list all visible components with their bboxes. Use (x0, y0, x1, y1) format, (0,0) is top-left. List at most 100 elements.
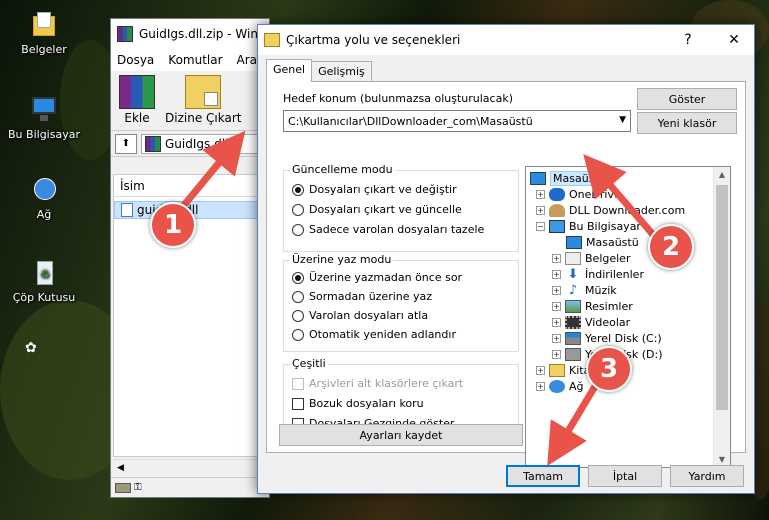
folder-tree[interactable]: Masaüstü + OneDrive + DLL Downloader.com −… (525, 166, 731, 468)
dll-file-icon (121, 203, 133, 217)
archive-icon (145, 135, 161, 152)
pictures-icon (565, 299, 581, 313)
radio-skip-existing[interactable]: Varolan dosyaları atla (292, 309, 428, 322)
ok-button[interactable]: Tamam (506, 465, 580, 487)
step-callout-3: 3 (586, 346, 632, 392)
destination-path-combo[interactable]: C:\Kullanıcılar\DllDownloader_com\Masaüs… (283, 110, 631, 132)
tree-item-desktop[interactable]: Masaüstü (530, 170, 609, 186)
desktop-icon-documents[interactable]: Belgeler (3, 10, 85, 56)
tree-item-pc-desktop[interactable]: Masaüstü (566, 234, 639, 250)
computer-icon (549, 219, 565, 233)
drive-icon (565, 347, 581, 361)
status-bar: ⚿ (111, 477, 269, 497)
expand-icon[interactable]: + (536, 365, 545, 375)
up-folder-button[interactable]: ⬆ (115, 133, 137, 154)
radio-refresh-existing[interactable]: Sadece varolan dosyaları tazele (292, 223, 484, 236)
group-title: Çeşitli (290, 357, 328, 370)
radio-extract-update[interactable]: Dosyaları çıkart ve güncelle (292, 203, 462, 216)
horizontal-scrollbar[interactable]: ◀ (113, 459, 269, 475)
overwrite-mode-group: Üzerine yaz modu Üzerine yazmadan önce s… (283, 253, 519, 352)
expand-icon[interactable]: + (552, 285, 561, 295)
tab-advanced[interactable]: Gelişmiş (311, 61, 372, 81)
expand-icon[interactable]: + (536, 381, 545, 391)
tab-general[interactable]: Genel (266, 59, 313, 82)
add-button[interactable]: Ekle (119, 75, 155, 126)
extract-to-button[interactable]: Dizine Çıkart (165, 75, 241, 126)
path-bar: ⬆ GuidIgs.dll. (111, 131, 269, 157)
close-button[interactable]: ✕ (714, 26, 754, 54)
menu-bar: Dosya Komutlar Araçla (111, 49, 274, 71)
dialog-title: Çıkartma yolu ve seçenekleri (286, 33, 461, 47)
checkbox-extract-to-subfolders[interactable]: Arşivleri alt klasörlere çıkart (292, 377, 463, 390)
expand-icon[interactable]: + (552, 301, 561, 311)
documents-icon (565, 251, 581, 265)
desktop-icon (530, 171, 546, 185)
step-callout-2: 2 (648, 224, 694, 270)
shortcut-icon[interactable]: ✿ (25, 340, 41, 356)
menu-item-file[interactable]: Dosya (117, 53, 154, 67)
folder-extract-icon (264, 33, 280, 47)
tree-item-network[interactable]: + Ağ (536, 378, 584, 394)
up-arrow-icon: ⬆ (121, 138, 131, 149)
desktop-icon-network[interactable]: Ağ (3, 175, 85, 221)
library-icon (549, 363, 565, 377)
music-icon: ♪ (568, 282, 578, 298)
scroll-left-icon: ◀ (117, 463, 124, 473)
radio-overwrite-without-asking[interactable]: Sormadan üzerine yaz (292, 290, 432, 303)
expand-icon[interactable]: + (552, 349, 561, 359)
expand-icon[interactable]: + (536, 205, 545, 215)
scroll-thumb[interactable] (716, 185, 728, 410)
tree-item-drive-c[interactable]: + Yerel Disk (C:) (552, 330, 662, 346)
desktop-icon-this-pc[interactable]: Bu Bilgisayar (3, 95, 85, 141)
key-icon: ⚿ (134, 482, 142, 493)
checkbox-keep-broken-files[interactable]: Bozuk dosyaları koru (292, 397, 424, 410)
tab-strip: Genel Gelişmiş (266, 59, 372, 82)
videos-icon (565, 315, 581, 329)
desktop-icon-recycle-bin[interactable]: ♻ Çöp Kutusu (3, 258, 85, 304)
dialog-titlebar[interactable]: Çıkartma yolu ve seçenekleri ? ✕ (258, 25, 754, 55)
save-settings-button[interactable]: Ayarları kaydet (279, 424, 523, 446)
tree-item-onedrive[interactable]: + OneDrive (536, 186, 621, 202)
update-mode-group: Güncelleme modu Dosyaları çıkart ve deği… (283, 163, 519, 252)
books-icon (119, 75, 155, 109)
expand-icon[interactable]: + (536, 189, 545, 199)
new-folder-button[interactable]: Yeni klasör (637, 112, 737, 134)
cancel-button[interactable]: İptal (588, 465, 662, 487)
recycle-bin-icon: ♻ (29, 258, 59, 288)
show-button[interactable]: Göster (637, 88, 737, 110)
tree-item-music[interactable]: + ♪ Müzik (552, 282, 617, 298)
desktop-icon (566, 235, 582, 249)
radio-auto-rename[interactable]: Otomatik yeniden adlandır (292, 328, 456, 341)
winrar-titlebar[interactable]: GuidIgs.dll.zip - Win (111, 19, 269, 49)
collapse-icon[interactable]: − (536, 221, 545, 231)
winrar-app-icon (117, 26, 133, 42)
group-title: Güncelleme modu (290, 163, 395, 176)
expand-icon[interactable]: + (552, 317, 561, 327)
window-title: GuidIgs.dll.zip - Win (139, 27, 258, 41)
scroll-up-icon: ▲ (718, 170, 726, 179)
menu-item-commands[interactable]: Komutlar (168, 53, 222, 67)
scroll-down-icon: ▼ (718, 455, 726, 464)
path-box[interactable]: GuidIgs.dll. (141, 133, 265, 154)
tree-item-videos[interactable]: + Videolar (552, 314, 630, 330)
user-icon (549, 203, 565, 217)
help-button[interactable]: Yardım (670, 465, 744, 487)
folder-icon (29, 10, 59, 40)
expand-icon[interactable]: + (552, 269, 561, 279)
tree-item-this-pc[interactable]: − Bu Bilgisayar (536, 218, 641, 234)
group-title: Üzerine yaz modu (290, 253, 394, 266)
tree-item-downloads[interactable]: + ⬇ İndirilenler (552, 266, 644, 282)
chevron-down-icon: ▼ (619, 115, 626, 125)
radio-extract-replace[interactable]: Dosyaları çıkart ve değiştir (292, 183, 457, 196)
column-header-name[interactable]: İsim (114, 175, 268, 197)
expand-icon[interactable]: + (552, 333, 561, 343)
onedrive-icon (549, 187, 565, 201)
expand-icon[interactable]: + (552, 253, 561, 263)
tree-item-pictures[interactable]: + Resimler (552, 298, 633, 314)
tree-item-user[interactable]: + DLL Downloader.com (536, 202, 685, 218)
tree-item-documents[interactable]: + Belgeler (552, 250, 630, 266)
tree-vertical-scrollbar[interactable]: ▲ ▼ (713, 167, 730, 467)
help-title-button[interactable]: ? (668, 26, 708, 54)
radio-ask-before-overwrite[interactable]: Üzerine yazmadan önce sor (292, 271, 462, 284)
computer-icon (29, 95, 59, 125)
